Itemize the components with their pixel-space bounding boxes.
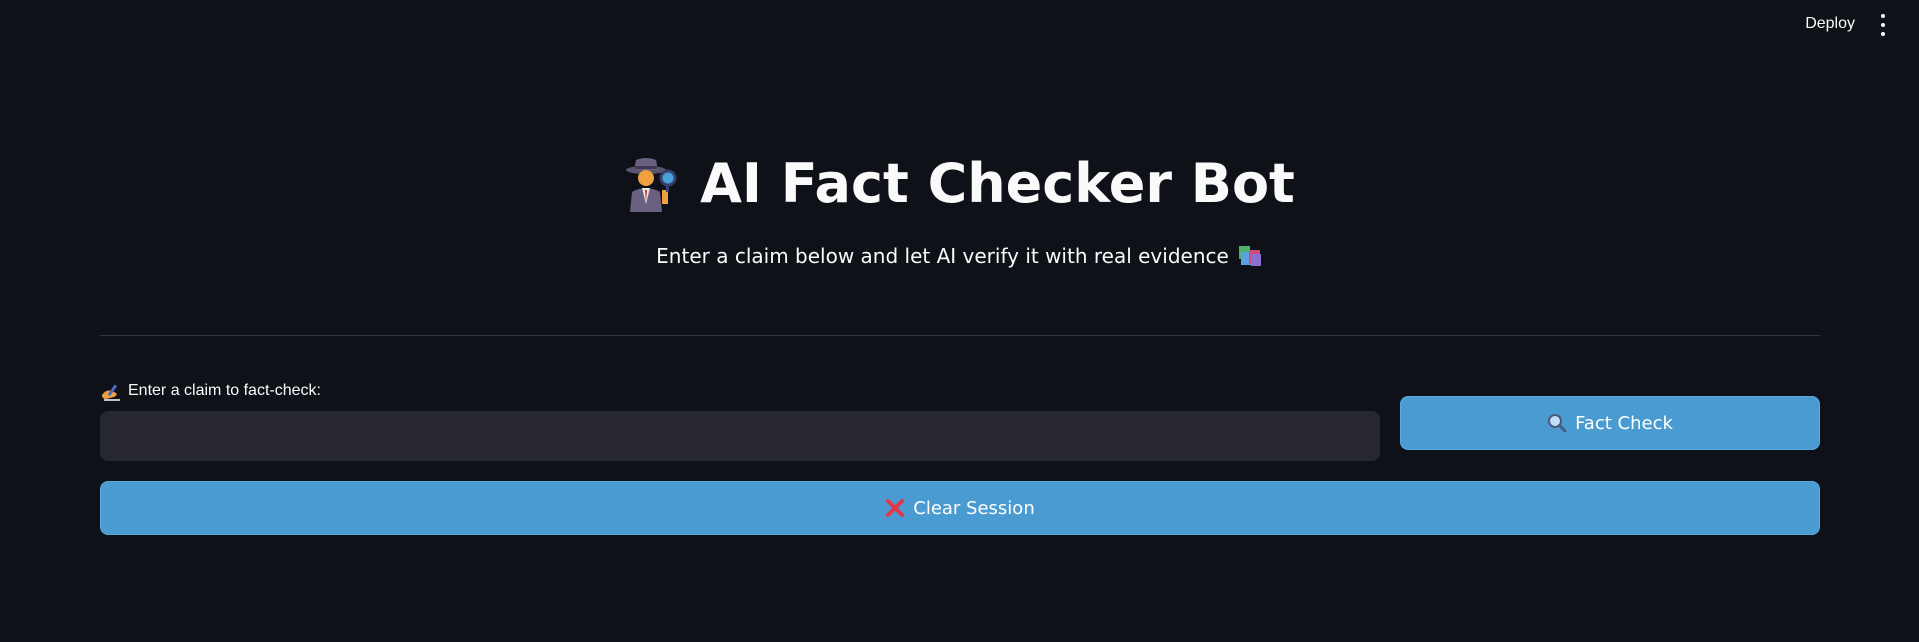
clear-session-label: Clear Session bbox=[913, 497, 1035, 519]
claim-input[interactable] bbox=[100, 411, 1380, 461]
red-x-icon bbox=[886, 499, 905, 517]
detective-icon bbox=[626, 158, 677, 212]
subtitle-row: Enter a claim below and let AI verify it… bbox=[0, 244, 1919, 268]
fact-check-button[interactable]: Fact Check bbox=[1400, 396, 1820, 450]
section-divider bbox=[100, 335, 1820, 336]
claim-label-text: Enter a claim to fact-check: bbox=[128, 382, 321, 399]
page-subtitle: Enter a claim below and let AI verify it… bbox=[656, 244, 1229, 268]
clear-session-button[interactable]: Clear Session bbox=[100, 481, 1820, 535]
kebab-menu-icon[interactable] bbox=[1877, 14, 1889, 36]
page-title: AI Fact Checker Bot bbox=[700, 152, 1295, 215]
fact-check-label: Fact Check bbox=[1575, 412, 1673, 434]
books-icon bbox=[1238, 246, 1261, 266]
claim-label: Enter a claim to fact-check: bbox=[100, 381, 321, 401]
writing-hand-icon bbox=[102, 384, 120, 401]
page-title-row: AI Fact Checker Bot bbox=[0, 152, 1919, 216]
deploy-button[interactable]: Deploy bbox=[1801, 13, 1859, 35]
magnifying-glass-icon bbox=[1548, 414, 1567, 433]
top-toolbar: Deploy bbox=[0, 0, 1919, 50]
